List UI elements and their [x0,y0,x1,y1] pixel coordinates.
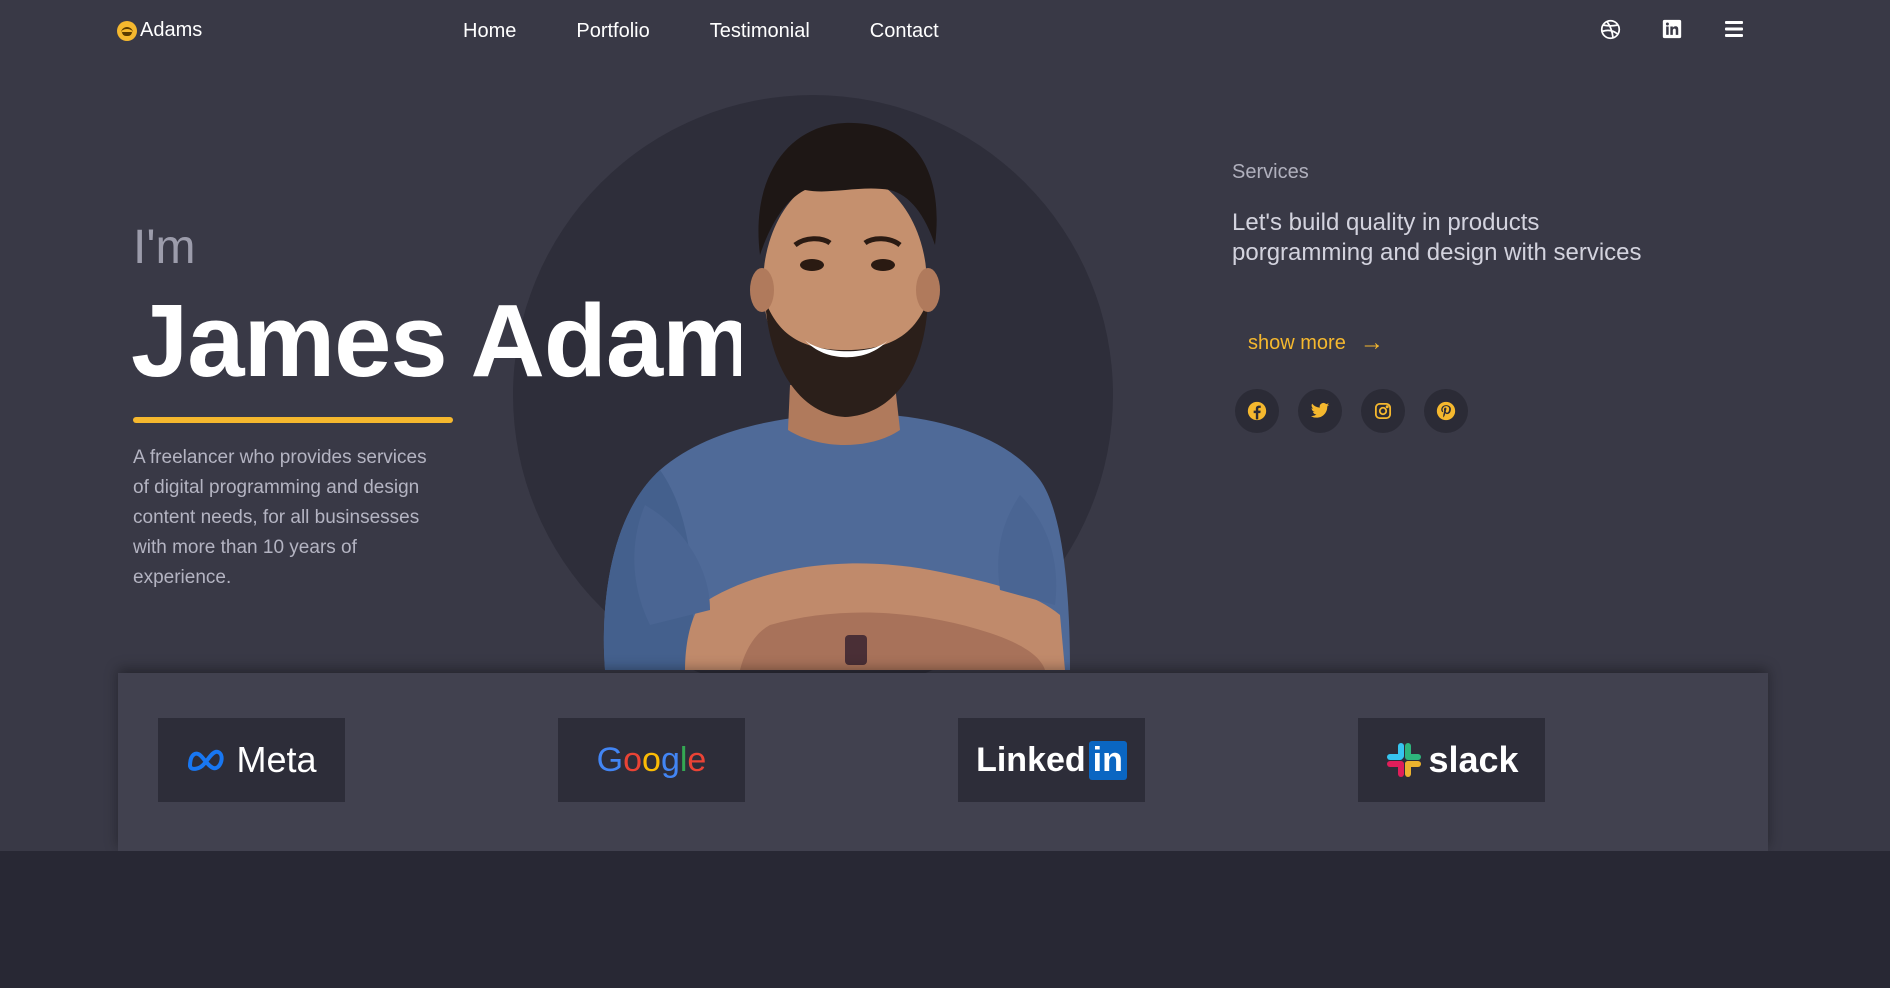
show-more-link[interactable]: show more → [1248,329,1384,357]
nav-link-portfolio[interactable]: Portfolio [576,20,649,43]
meta-logo-card: Meta [158,718,345,802]
services-headline: Let's build quality in products porgramm… [1232,209,1642,266]
portrait-image [603,122,1070,670]
linkedin-logo: Linked in [976,740,1127,780]
logo-text: Adams [140,19,203,41]
smiley-icon [117,20,137,41]
slack-logo-card: slack [1358,718,1545,802]
google-logo: Google [596,740,707,779]
linkedin-icon[interactable] [1660,17,1684,41]
next-section [0,851,1890,988]
meta-infinity-icon [188,749,225,771]
nav-link-contact[interactable]: Contact [870,20,939,43]
instagram-icon[interactable] [1361,389,1405,433]
menu-icon[interactable] [1722,17,1746,41]
nav-icons [1598,17,1746,41]
slack-logo: slack [1384,739,1519,781]
nav-link-home[interactable]: Home [463,20,516,43]
pinterest-icon[interactable] [1424,389,1468,433]
twitter-icon[interactable] [1298,389,1342,433]
facebook-icon[interactable] [1235,389,1279,433]
dribbble-icon[interactable] [1598,17,1622,41]
navbar: Adams Home Portfolio Testimonial Contact [0,0,1890,62]
show-more-label: show more [1248,331,1346,354]
hero-bio: A freelancer who provides services of di… [133,447,427,588]
linkedin-logo-card: Linked in [958,718,1145,802]
name-underline [133,417,453,423]
nav-links: Home Portfolio Testimonial Contact [463,20,999,43]
logo[interactable]: Adams [117,19,202,42]
hero-greeting: I'm [133,221,196,274]
arrow-right-icon: → [1359,329,1384,356]
meta-logo: Meta [186,739,317,781]
services-label: Services [1232,161,1309,183]
client-logos-strip: Meta Google Linked in slack [118,673,1768,851]
nav-link-testimonial[interactable]: Testimonial [710,20,810,43]
social-links [1235,389,1468,433]
google-logo-card: Google [558,718,745,802]
slack-hash-icon [1387,743,1422,777]
